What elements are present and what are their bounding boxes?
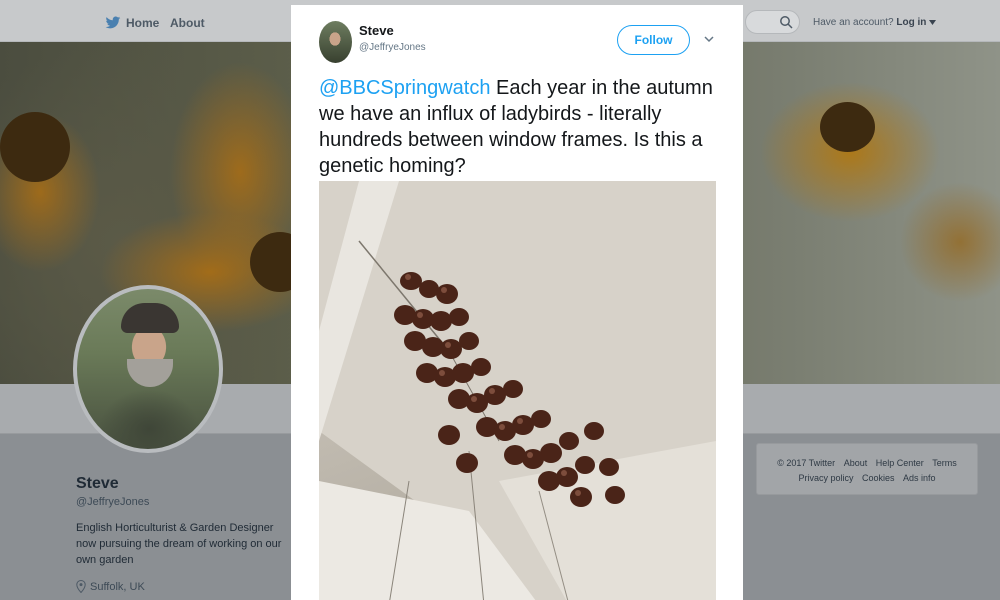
location-pin-icon <box>76 580 86 593</box>
tweet-author-name[interactable]: Steve <box>359 23 394 38</box>
tweet-modal: Steve @JeffryeJones Follow @BBCSpringwat… <box>291 5 743 600</box>
account-prompt: Have an account? <box>813 17 894 28</box>
profile-bio: English Horticulturist & Garden Designer… <box>76 522 282 566</box>
tweet-photo-ladybirds[interactable] <box>319 181 716 600</box>
chevron-down-icon[interactable] <box>703 33 715 45</box>
footer-cookies-link[interactable]: Cookies <box>862 473 895 483</box>
profile-name[interactable]: Steve <box>76 475 119 493</box>
footer-about-link[interactable]: About <box>844 458 868 468</box>
nav-home-label: Home <box>126 16 160 30</box>
footer-links: © 2017 Twitter About Help Center Terms P… <box>756 443 978 495</box>
footer-privacy-link[interactable]: Privacy policy <box>798 473 853 483</box>
nav-home[interactable]: Home <box>105 16 159 30</box>
flower-center <box>820 102 875 152</box>
login-prompt: Have an account? Log in <box>813 17 937 28</box>
flower-center <box>0 112 70 182</box>
footer-help-link[interactable]: Help Center <box>876 458 924 468</box>
tweet-author-avatar[interactable] <box>319 21 352 63</box>
footer-copyright: © 2017 Twitter <box>777 458 836 468</box>
profile-handle[interactable]: @JeffryeJones <box>76 496 149 508</box>
profile-location: Suffolk, UK <box>76 580 145 593</box>
avatar-hair <box>121 303 179 333</box>
follow-button[interactable]: Follow <box>617 25 690 55</box>
tweet-author-handle[interactable]: @JeffryeJones <box>359 42 426 53</box>
tweet-text: @BBCSpringwatch Each year in the autumn … <box>319 75 719 179</box>
ladybird-cluster <box>394 272 625 507</box>
nav-about-label: About <box>170 16 205 30</box>
footer-terms-link[interactable]: Terms <box>932 458 957 468</box>
twitter-bird-icon <box>105 16 121 29</box>
search-icon[interactable] <box>779 15 793 29</box>
login-caret-icon <box>929 20 937 25</box>
footer-ads-link[interactable]: Ads info <box>903 473 936 483</box>
tweet-mention-link[interactable]: @BBCSpringwatch <box>319 77 490 99</box>
login-link[interactable]: Log in <box>896 17 926 28</box>
avatar-beard <box>127 359 173 387</box>
profile-avatar[interactable] <box>73 285 223 453</box>
nav-about[interactable]: About <box>170 16 205 30</box>
profile-location-text: Suffolk, UK <box>90 580 145 593</box>
search-input[interactable] <box>745 10 800 34</box>
